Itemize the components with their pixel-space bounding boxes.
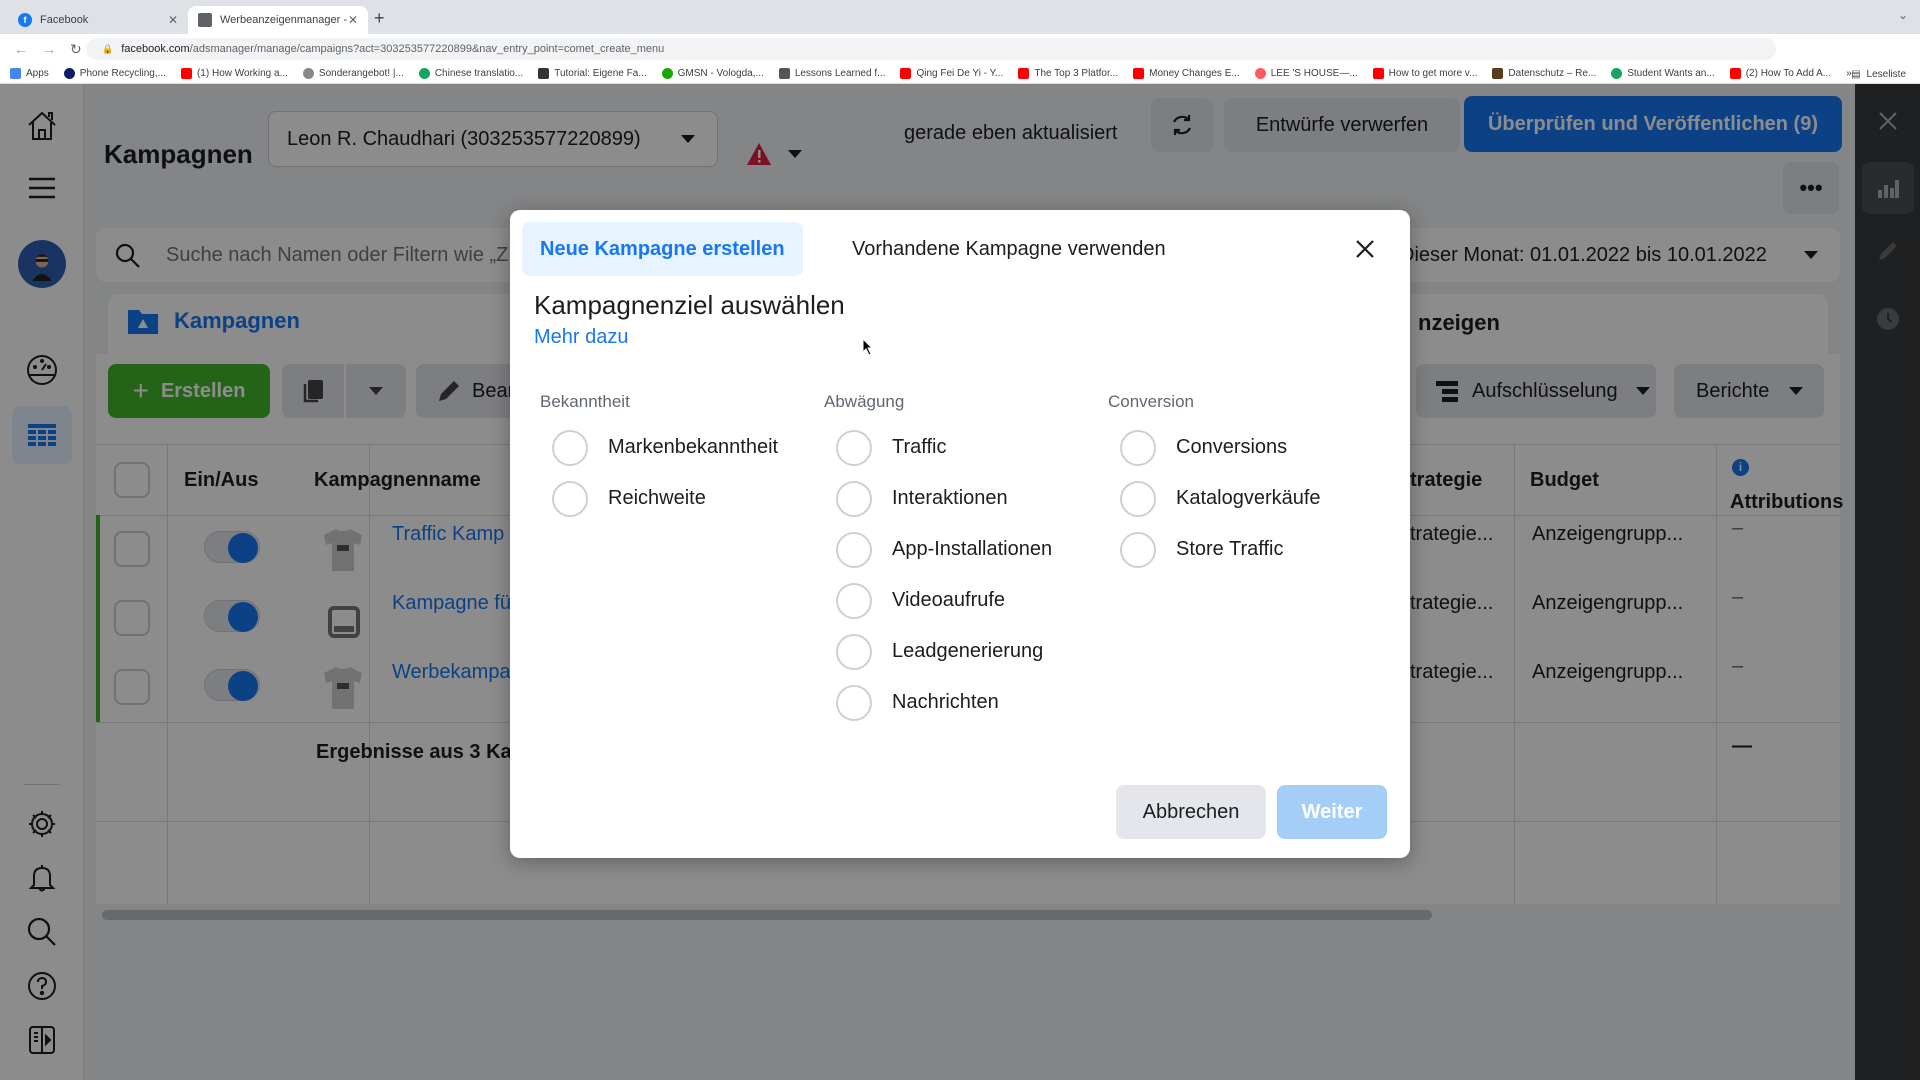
reading-list-icon: ▤ bbox=[1851, 68, 1861, 80]
ads-manager-icon bbox=[198, 13, 212, 27]
close-tab-icon[interactable]: ✕ bbox=[168, 13, 178, 27]
objective-group-awareness: Bekanntheit Markenbekanntheit Reichweite bbox=[534, 392, 778, 524]
close-icon bbox=[1356, 240, 1374, 258]
bookmark-item[interactable]: Phone Recycling,... bbox=[63, 68, 166, 79]
radio-button[interactable] bbox=[836, 582, 872, 619]
upwork-icon bbox=[661, 68, 673, 79]
bookmark-item[interactable]: (2) How To Add A... bbox=[1729, 68, 1831, 79]
lock-icon: 🔒 bbox=[102, 43, 114, 54]
youtube-icon bbox=[1729, 68, 1741, 79]
site-icon bbox=[778, 68, 790, 79]
objective-group-consideration: Abwägung Traffic Interaktionen App-Insta… bbox=[818, 392, 1052, 728]
facebook-icon: f bbox=[18, 13, 32, 27]
objective-group-heading: Abwägung bbox=[824, 392, 905, 411]
objective-option[interactable]: Store Traffic bbox=[1102, 524, 1321, 575]
o2-icon bbox=[63, 68, 75, 79]
objective-option[interactable]: Katalogverkäufe bbox=[1102, 473, 1321, 524]
site-icon bbox=[1492, 68, 1504, 79]
objective-option[interactable]: Videoaufrufe bbox=[818, 575, 1052, 626]
site-icon bbox=[302, 68, 314, 79]
objective-option[interactable]: Markenbekanntheit bbox=[534, 422, 778, 473]
tab-new-campaign[interactable]: Neue Kampagne erstellen bbox=[522, 222, 803, 276]
bookmark-item[interactable]: Chinese translatio... bbox=[418, 68, 523, 79]
browser-tab-facebook[interactable]: f Facebook ✕ bbox=[8, 6, 188, 34]
objective-group-heading: Conversion bbox=[1108, 392, 1194, 411]
mouse-cursor-icon bbox=[862, 338, 874, 356]
objective-group-conversion: Conversion Conversions Katalogverkäufe S… bbox=[1102, 392, 1321, 575]
bookmark-item[interactable]: Student Wants an... bbox=[1611, 68, 1715, 79]
radio-button[interactable] bbox=[1120, 531, 1156, 568]
radio-button[interactable] bbox=[1120, 480, 1156, 517]
next-button[interactable]: Weiter bbox=[1277, 785, 1387, 839]
radio-button[interactable] bbox=[836, 429, 872, 466]
radio-button[interactable] bbox=[1120, 429, 1156, 466]
objective-option[interactable]: Interaktionen bbox=[818, 473, 1052, 524]
new-tab-button[interactable]: + bbox=[374, 8, 385, 29]
dialog-title: Kampagnenziel auswählen bbox=[534, 290, 845, 320]
objective-option[interactable]: App-Installationen bbox=[818, 524, 1052, 575]
youtube-icon bbox=[900, 68, 912, 79]
bookmark-item[interactable]: (1) How Working a... bbox=[180, 68, 288, 79]
objective-option[interactable]: Reichweite bbox=[534, 473, 778, 524]
objective-option[interactable]: Leadgenerierung bbox=[818, 626, 1052, 677]
tab-existing-campaign[interactable]: Vorhandene Kampagne verwenden bbox=[834, 222, 1184, 276]
bookmark-item[interactable]: Tutorial: Eigene Fa... bbox=[538, 68, 647, 79]
objective-option[interactable]: Conversions bbox=[1102, 422, 1321, 473]
bookmark-item[interactable]: Qing Fei De Yi - Y... bbox=[900, 68, 1003, 79]
bookmarks-bar: Apps Phone Recycling,... (1) How Working… bbox=[0, 64, 1920, 84]
address-bar-row: ← → ↻ 🔒 facebook.com/adsmanager/manage/c… bbox=[0, 34, 1920, 88]
youtube-icon bbox=[1133, 68, 1145, 79]
close-tab-icon[interactable]: ✕ bbox=[348, 13, 358, 27]
site-icon bbox=[418, 68, 430, 79]
back-icon[interactable]: ← bbox=[14, 41, 28, 57]
cancel-button[interactable]: Abbrechen bbox=[1116, 785, 1266, 839]
apps-grid-icon bbox=[10, 68, 21, 79]
create-campaign-dialog: Neue Kampagne erstellen Vorhandene Kampa… bbox=[510, 210, 1410, 858]
bookmark-item[interactable]: How to get more v... bbox=[1372, 68, 1477, 79]
objective-option[interactable]: Nachrichten bbox=[818, 677, 1052, 728]
reload-icon[interactable]: ↻ bbox=[70, 41, 84, 58]
site-icon bbox=[1611, 68, 1623, 79]
radio-button[interactable] bbox=[836, 480, 872, 517]
bookmark-item[interactable]: Sonderangebot! |... bbox=[302, 68, 404, 79]
radio-button[interactable] bbox=[836, 684, 872, 721]
youtube-icon bbox=[1018, 68, 1030, 79]
airbnb-icon bbox=[1254, 68, 1266, 79]
browser-tab-ads-manager[interactable]: Werbeanzeigenmanager - Wer ✕ bbox=[188, 6, 368, 34]
youtube-icon bbox=[180, 68, 192, 79]
url-field[interactable]: 🔒 facebook.com/adsmanager/manage/campaig… bbox=[86, 38, 1776, 60]
close-dialog-button[interactable] bbox=[1350, 234, 1380, 264]
browser-tab-bar: f Facebook ✕ Werbeanzeigenmanager - Wer … bbox=[0, 0, 1920, 34]
objective-group-heading: Bekanntheit bbox=[540, 392, 630, 411]
bookmark-item[interactable]: Datenschutz – Re... bbox=[1492, 68, 1596, 79]
radio-button[interactable] bbox=[552, 480, 588, 517]
bookmark-item[interactable]: Lessons Learned f... bbox=[778, 68, 885, 79]
radio-button[interactable] bbox=[836, 531, 872, 568]
hashtag-icon bbox=[538, 68, 550, 79]
bookmark-item[interactable]: GMSN - Vologda,... bbox=[661, 68, 764, 79]
tab-search-chevron-icon[interactable]: ⌄ bbox=[1898, 8, 1908, 22]
radio-button[interactable] bbox=[836, 633, 872, 670]
bookmark-item[interactable]: Apps bbox=[10, 68, 49, 79]
forward-icon[interactable]: → bbox=[42, 41, 56, 57]
bookmark-item[interactable]: Money Changes E... bbox=[1133, 68, 1240, 79]
radio-button[interactable] bbox=[552, 429, 588, 466]
objective-option[interactable]: Traffic bbox=[818, 422, 1052, 473]
learn-more-link[interactable]: Mehr dazu bbox=[534, 326, 629, 349]
bookmark-item[interactable]: The Top 3 Platfor... bbox=[1018, 68, 1118, 79]
bookmark-item[interactable]: LEE 'S HOUSE—... bbox=[1254, 68, 1358, 79]
youtube-icon bbox=[1372, 68, 1384, 79]
reading-list-button[interactable]: ▤ Leseliste bbox=[1851, 64, 1906, 84]
